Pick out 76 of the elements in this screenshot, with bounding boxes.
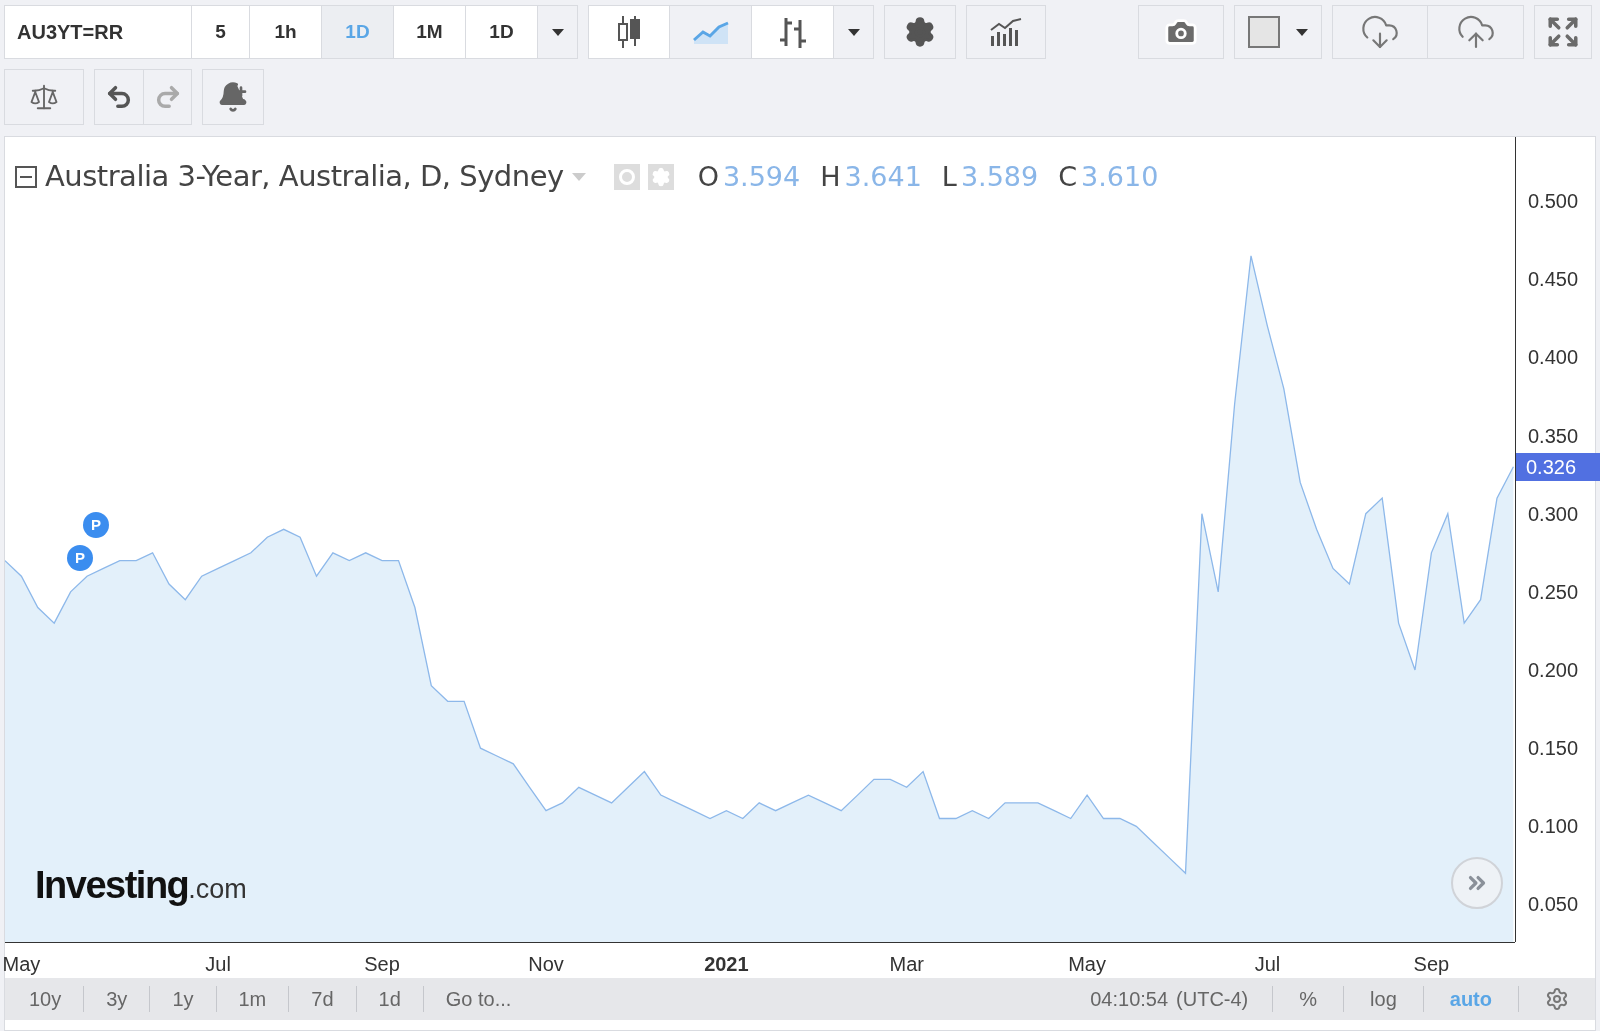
indicators-button[interactable] bbox=[966, 5, 1046, 59]
ohlc-value: 3.610 bbox=[1081, 159, 1159, 194]
cloud-upload-button[interactable] bbox=[1428, 5, 1524, 59]
clock-time: 04:10:54 bbox=[1090, 987, 1169, 1012]
axis-tick-label: May bbox=[1068, 952, 1106, 977]
ohlc-value: 3.594 bbox=[722, 159, 801, 194]
axis-tick-label: Nov bbox=[528, 952, 564, 977]
fullscreen-button[interactable] bbox=[1534, 5, 1592, 59]
axis-tick-label: 0.100 bbox=[1528, 816, 1579, 837]
camera-button[interactable] bbox=[1138, 5, 1224, 59]
axis-tick-label: May bbox=[2, 952, 41, 977]
range-button[interactable]: 7d bbox=[289, 984, 356, 1014]
ohlc-key: O bbox=[697, 156, 719, 197]
settings-button[interactable] bbox=[884, 5, 956, 59]
cloud-download-button[interactable] bbox=[1332, 5, 1428, 59]
scale-option-button[interactable]: % bbox=[1273, 984, 1344, 1014]
ohlc-value: 3.641 bbox=[844, 159, 922, 194]
axis-tick-label: Jul bbox=[205, 952, 231, 977]
symbol-field[interactable]: AU3YT=RR bbox=[4, 5, 192, 59]
axis-tick-label: Mar bbox=[889, 952, 924, 977]
axis-tick-label: 0.300 bbox=[1528, 503, 1579, 524]
range-button[interactable]: Go to... bbox=[423, 984, 534, 1014]
ohlc-key: H bbox=[820, 156, 841, 197]
range-button[interactable]: 3y bbox=[84, 984, 150, 1014]
fullscreen-icon bbox=[1546, 15, 1580, 49]
axis-tick-label: 0.250 bbox=[1528, 581, 1579, 602]
area-chart-icon bbox=[692, 20, 729, 44]
interval-button[interactable]: 1M bbox=[394, 5, 466, 59]
event-marker[interactable]: P bbox=[83, 512, 109, 538]
axis-tick-label: 0.350 bbox=[1528, 425, 1579, 446]
range-button[interactable]: 1m bbox=[216, 984, 289, 1014]
last-price-label: 0.326 bbox=[1516, 452, 1600, 481]
interval-dropdown-button[interactable] bbox=[538, 5, 578, 59]
range-button[interactable]: 1d bbox=[356, 984, 423, 1014]
interval-button[interactable]: 5 bbox=[192, 5, 250, 59]
ohlc-key: L bbox=[941, 156, 957, 197]
caret-icon bbox=[847, 28, 860, 36]
undo-button[interactable] bbox=[94, 69, 144, 125]
scale-option-button[interactable]: log bbox=[1344, 984, 1423, 1014]
axis-tick-label: Sep bbox=[1413, 952, 1450, 977]
chart-type-button[interactable] bbox=[588, 5, 670, 59]
color-swatch-icon bbox=[1248, 16, 1280, 48]
axis-tick-label: 0.200 bbox=[1528, 660, 1579, 680]
axis-tick-label: 0.450 bbox=[1528, 269, 1579, 290]
collapse-icon[interactable] bbox=[15, 165, 37, 188]
candlestick-icon bbox=[616, 14, 642, 50]
axis-tick-label: Jul bbox=[1254, 952, 1281, 977]
chart-type-dropdown-button[interactable] bbox=[834, 5, 874, 59]
undo-icon bbox=[105, 83, 133, 111]
compare-button[interactable] bbox=[4, 69, 84, 125]
add-alert-button[interactable] bbox=[202, 69, 264, 125]
ohlc-value: 3.589 bbox=[960, 159, 1039, 194]
axis-tick-label: 0.500 bbox=[1528, 191, 1579, 212]
logo-wordmark: Investing bbox=[35, 863, 189, 908]
scales-icon bbox=[29, 82, 59, 112]
bell-plus-icon bbox=[217, 81, 249, 113]
range-button[interactable]: 1y bbox=[150, 984, 216, 1014]
axis-tick-label: 0.050 bbox=[1528, 894, 1579, 915]
range-button[interactable]: 10y bbox=[5, 984, 84, 1014]
axis-tick-label: Sep bbox=[364, 952, 400, 977]
logo-suffix: .com bbox=[188, 873, 247, 906]
chart-type-button[interactable] bbox=[752, 5, 834, 59]
event-marker[interactable]: P bbox=[67, 545, 93, 571]
caret-icon bbox=[1296, 28, 1308, 36]
caret-icon bbox=[551, 28, 564, 36]
caret-icon bbox=[571, 172, 586, 181]
interval-button[interactable]: 1D bbox=[466, 5, 538, 59]
axis-tick-label: 0.400 bbox=[1528, 347, 1579, 368]
bar-line-chart-icon bbox=[989, 18, 1023, 46]
timezone-label: (UTC-4) bbox=[1176, 987, 1249, 1012]
interval-button[interactable]: 1h bbox=[250, 5, 322, 59]
axis-tick-label: 2021 bbox=[704, 952, 749, 977]
legend-title: Australia 3-Year, Australia, D, Sydney bbox=[45, 158, 564, 195]
color-picker-button[interactable] bbox=[1234, 5, 1322, 59]
ohlc-key: C bbox=[1058, 156, 1078, 197]
axis-tick-label: 0.150 bbox=[1528, 738, 1579, 759]
